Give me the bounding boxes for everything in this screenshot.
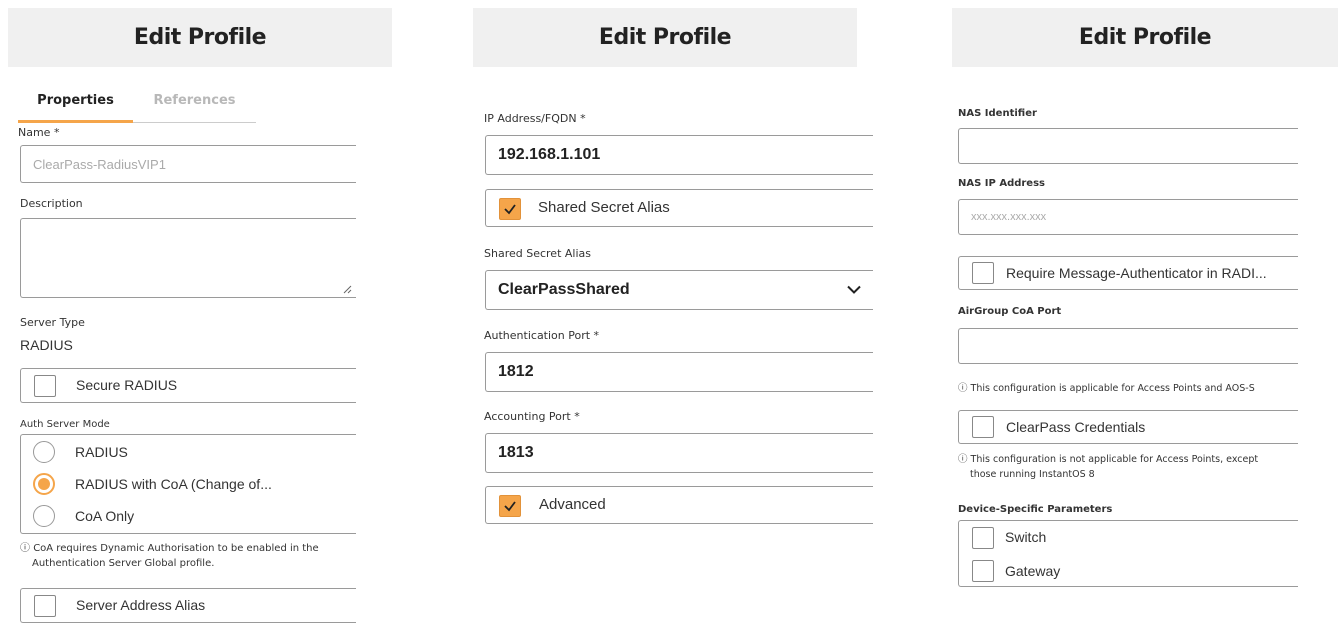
require-msg-auth-text: Require Message-Authenticator in RADI... (1006, 265, 1267, 281)
acct-port-label: Accounting Port * (484, 410, 580, 423)
shared-secret-alias-checkbox[interactable] (499, 198, 521, 220)
info-icon: ⓘ (20, 543, 30, 554)
airgroup-note: ⓘ This configuration is applicable for A… (958, 381, 1255, 396)
clearpass-credentials-row[interactable]: ClearPass Credentials (958, 410, 1298, 444)
device-params-group: Switch Gateway (958, 520, 1298, 587)
radio-radius-coa-label: RADIUS with CoA (Change of... (75, 476, 272, 492)
airgroup-coa-port-label: AirGroup CoA Port (958, 306, 1062, 317)
shared-secret-alias-label: Shared Secret Alias (484, 247, 591, 260)
coa-note: ⓘ CoA requires Dynamic Authorisation to … (20, 541, 380, 571)
secure-radius-text: Secure RADIUS (76, 377, 178, 393)
nas-identifier-input[interactable] (958, 128, 1298, 164)
coa-note-line1: CoA requires Dynamic Authorisation to be… (33, 543, 319, 554)
name-label: Name * (18, 126, 60, 139)
panel-title: Edit Profile (473, 8, 857, 67)
server-type-label: Server Type (20, 316, 85, 329)
nas-identifier-label: NAS Identifier (958, 108, 1037, 119)
checkmark-icon (504, 501, 516, 512)
ip-address-label: IP Address/FQDN * (484, 112, 586, 125)
airgroup-coa-port-input[interactable] (958, 328, 1298, 364)
panel-title: Edit Profile (8, 8, 392, 67)
gateway-text: Gateway (1005, 563, 1061, 579)
nas-ip-label: NAS IP Address (958, 178, 1045, 189)
advanced-row[interactable]: Advanced (485, 486, 873, 524)
edit-profile-panel-advanced: Edit Profile NAS Identifier NAS IP Addre… (952, 0, 1338, 615)
secure-radius-row[interactable]: Secure RADIUS (20, 368, 356, 403)
server-type-value: RADIUS (20, 337, 73, 353)
checkmark-icon (504, 204, 516, 215)
server-address-alias-checkbox[interactable] (34, 595, 56, 617)
radio-radius[interactable] (33, 441, 55, 463)
description-textarea[interactable] (20, 218, 356, 298)
require-msg-auth-row[interactable]: Require Message-Authenticator in RADI... (958, 256, 1298, 290)
shared-secret-alias-value: ClearPassShared (498, 281, 630, 298)
tab-references[interactable]: References (133, 80, 256, 120)
info-icon: ⓘ (958, 454, 968, 465)
auth-server-mode-label: Auth Server Mode (20, 419, 110, 430)
credentials-note-line2: those running InstantOS 8 (970, 469, 1095, 480)
server-address-alias-row[interactable]: Server Address Alias (20, 588, 356, 623)
radio-coa-only-label: CoA Only (75, 508, 135, 524)
shared-secret-alias-text: Shared Secret Alias (538, 199, 670, 216)
auth-server-mode-group: RADIUS RADIUS with CoA (Change of... CoA… (20, 434, 356, 534)
nas-ip-input[interactable]: xxx.xxx.xxx.xxx (958, 199, 1298, 235)
shared-secret-alias-select[interactable]: ClearPassShared (485, 270, 873, 310)
switch-text: Switch (1005, 529, 1047, 545)
edit-profile-panel-properties: Edit Profile Properties References Name … (8, 0, 392, 623)
name-input[interactable]: ClearPass-RadiusVIP1 (20, 145, 356, 183)
radio-radius-label: RADIUS (75, 444, 128, 460)
secure-radius-checkbox[interactable] (34, 375, 56, 397)
tab-bar: Properties References (18, 80, 256, 123)
acct-port-input[interactable]: 1813 (485, 433, 873, 473)
radio-radius-coa[interactable] (33, 473, 55, 495)
gateway-checkbox[interactable] (972, 560, 994, 582)
switch-checkbox[interactable] (972, 527, 994, 549)
advanced-text: Advanced (539, 496, 606, 513)
shared-secret-alias-row[interactable]: Shared Secret Alias (485, 189, 873, 227)
credentials-note: ⓘ This configuration is not applicable f… (958, 452, 1298, 482)
clearpass-credentials-text: ClearPass Credentials (1006, 419, 1146, 435)
edit-profile-panel-connection: Edit Profile IP Address/FQDN * 192.168.1… (473, 0, 873, 615)
server-address-alias-text: Server Address Alias (76, 597, 206, 613)
tab-properties[interactable]: Properties (18, 80, 133, 123)
ip-address-input[interactable]: 192.168.1.101 (485, 135, 873, 175)
auth-port-label: Authentication Port * (484, 329, 600, 342)
device-params-label: Device-Specific Parameters (958, 504, 1113, 515)
description-label: Description (20, 197, 83, 210)
airgroup-note-text: This configuration is applicable for Acc… (970, 383, 1255, 394)
resize-handle-icon[interactable] (343, 285, 352, 294)
auth-port-input[interactable]: 1812 (485, 352, 873, 392)
panel-title: Edit Profile (952, 8, 1338, 67)
radio-coa-only[interactable] (33, 505, 55, 527)
coa-note-line2: Authentication Server Global profile. (32, 558, 215, 569)
require-msg-auth-checkbox[interactable] (972, 262, 994, 284)
credentials-note-line1: This configuration is not applicable for… (970, 454, 1259, 465)
info-icon: ⓘ (958, 383, 968, 394)
advanced-checkbox[interactable] (499, 495, 521, 517)
chevron-down-icon[interactable] (847, 285, 861, 295)
clearpass-credentials-checkbox[interactable] (972, 416, 994, 438)
